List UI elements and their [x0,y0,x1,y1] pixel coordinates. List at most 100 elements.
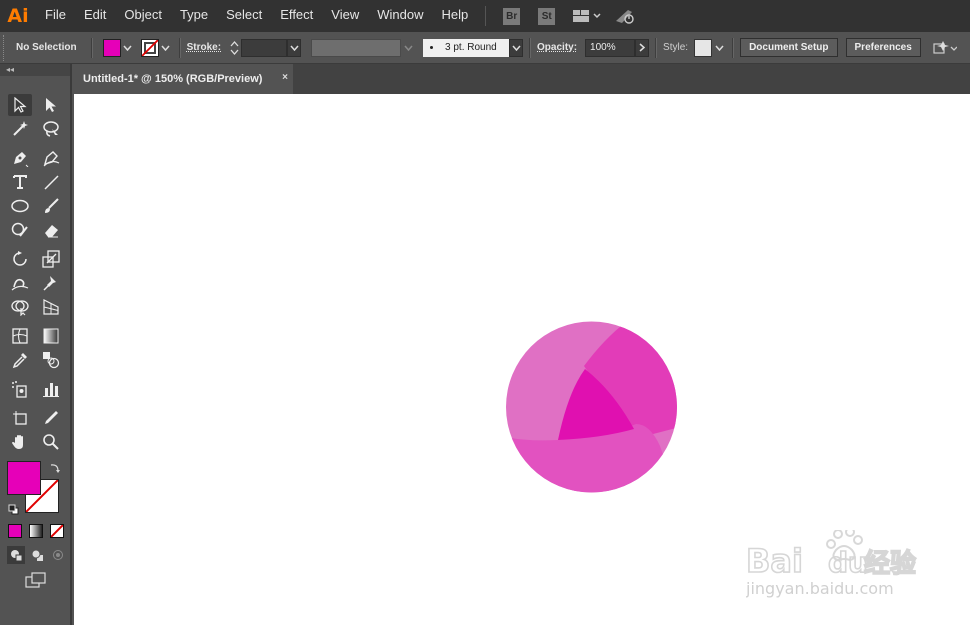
bridge-button[interactable]: Br [503,7,521,25]
stroke-swatch[interactable] [140,38,159,57]
graphic-style-dropdown[interactable] [712,38,726,58]
variable-width-profile[interactable] [311,38,402,57]
tools-panel-collapse[interactable]: ◂◂ [0,64,70,76]
paintbrush-tool[interactable] [39,195,63,217]
artboard-icon [13,411,27,425]
gradient-tool[interactable] [39,325,63,347]
draw-behind-button[interactable] [28,546,46,564]
slice-tool[interactable] [39,407,63,429]
document-setup-button[interactable]: Document Setup [740,38,838,57]
draw-inside-icon [53,550,63,560]
selection-arrow-icon [14,97,27,113]
draw-behind-icon [31,549,43,561]
lasso-tool[interactable] [39,118,63,140]
hand-icon [12,435,23,449]
no-stroke-icon [141,39,158,56]
control-divider [90,37,93,58]
menu-help[interactable]: Help [432,0,477,32]
blend-tool[interactable] [39,349,63,371]
screen-mode-button[interactable] [24,571,48,589]
fill-color-box[interactable] [7,461,41,495]
artboard-tool[interactable] [8,407,32,429]
default-fill-stroke-button[interactable] [8,502,19,520]
menu-file[interactable]: File [36,0,75,32]
artboard-canvas[interactable]: Bai du 经验 jingyan.baidu.com [74,94,970,625]
symbol-sprayer-tool[interactable] [8,378,32,400]
fill-swatch[interactable] [102,38,121,57]
rotate-tool[interactable] [8,248,32,270]
workspace-switcher[interactable] [572,9,602,23]
pen-tool[interactable] [8,147,32,169]
profile-dropdown[interactable] [401,38,415,58]
control-bar-grip[interactable] [3,34,8,61]
knife-icon [45,411,58,424]
hand-tool[interactable] [8,431,32,453]
close-icon[interactable]: × [282,72,288,83]
swap-fill-stroke-button[interactable] [49,461,61,479]
menu-window[interactable]: Window [368,0,432,32]
line-segment-tool[interactable] [39,171,63,193]
stroke-weight-field[interactable] [241,38,288,57]
draw-inside-button[interactable] [49,546,67,564]
gradient-mode-button[interactable] [29,524,43,538]
menu-edit[interactable]: Edit [75,0,115,32]
document-tab-bar: Untitled-1* @ 150% (RGB/Preview) × [74,64,970,94]
fill-dropdown[interactable] [121,38,135,58]
pushpin-icon [43,276,56,291]
menu-select[interactable]: Select [217,0,271,32]
baidu-brand-du: du [828,546,868,579]
draw-normal-button[interactable] [7,546,25,564]
workspace-layout-icon [573,10,601,22]
stroke-weight-dropdown[interactable] [287,38,302,57]
brush-dropdown[interactable] [509,38,524,57]
mesh-icon [12,328,28,344]
arrange-documents-button[interactable] [931,39,957,57]
stroke-weight-stepper[interactable] [227,38,241,58]
puppet-warp-tool[interactable] [39,272,63,294]
perspective-grid-tool[interactable] [39,296,63,318]
chevron-down-icon [161,45,170,51]
brush-definition[interactable]: 3 pt. Round [423,38,510,57]
opacity-slider-button[interactable] [635,38,650,57]
stroke-dropdown[interactable] [159,38,173,58]
baidu-jingyan-url: jingyan.baidu.com [746,579,894,598]
menu-effect[interactable]: Effect [271,0,322,32]
graphic-style-swatch[interactable] [694,38,713,57]
mesh-tool[interactable] [8,325,32,347]
selection-status: No Selection [16,42,77,53]
chevron-down-icon [403,45,413,51]
warp-tool[interactable] [8,272,32,294]
scale-tool[interactable] [39,248,63,270]
selection-tool[interactable] [8,94,32,116]
preferences-button[interactable]: Preferences [845,38,921,57]
gpu-performance-button[interactable] [614,7,636,25]
menu-view[interactable]: View [322,0,368,32]
color-mode-button[interactable] [8,524,22,538]
screen-mode-icon [25,572,46,588]
magic-wand-tool[interactable] [8,118,32,140]
menu-object[interactable]: Object [115,0,171,32]
column-graph-tool[interactable] [39,378,63,400]
direct-selection-tool[interactable] [39,94,63,116]
pen-nib-icon [14,152,29,167]
menu-type[interactable]: Type [171,0,217,32]
blend-icon [43,352,60,369]
warp-hand-icon [11,278,29,291]
eyedropper-tool[interactable] [8,349,32,371]
shaper-tool[interactable] [8,219,32,241]
menu-divider [485,6,487,26]
scale-icon [42,250,60,268]
ellipse-tool[interactable] [8,195,32,217]
eraser-tool[interactable] [39,219,63,241]
tools-panel: ◂◂ [0,64,72,625]
shape-builder-tool[interactable] [8,296,32,318]
curvature-tool[interactable] [39,147,63,169]
stock-button[interactable]: St [538,7,556,25]
opacity-field[interactable]: 100% [585,38,636,57]
brush-dot-icon [430,46,434,49]
type-tool[interactable] [8,171,32,193]
control-bar: No Selection Stroke: 3 pt. Round Opacity… [0,32,970,64]
none-mode-button[interactable] [50,524,64,538]
zoom-tool[interactable] [39,431,63,453]
document-tab[interactable]: Untitled-1* @ 150% (RGB/Preview) × [74,64,293,94]
